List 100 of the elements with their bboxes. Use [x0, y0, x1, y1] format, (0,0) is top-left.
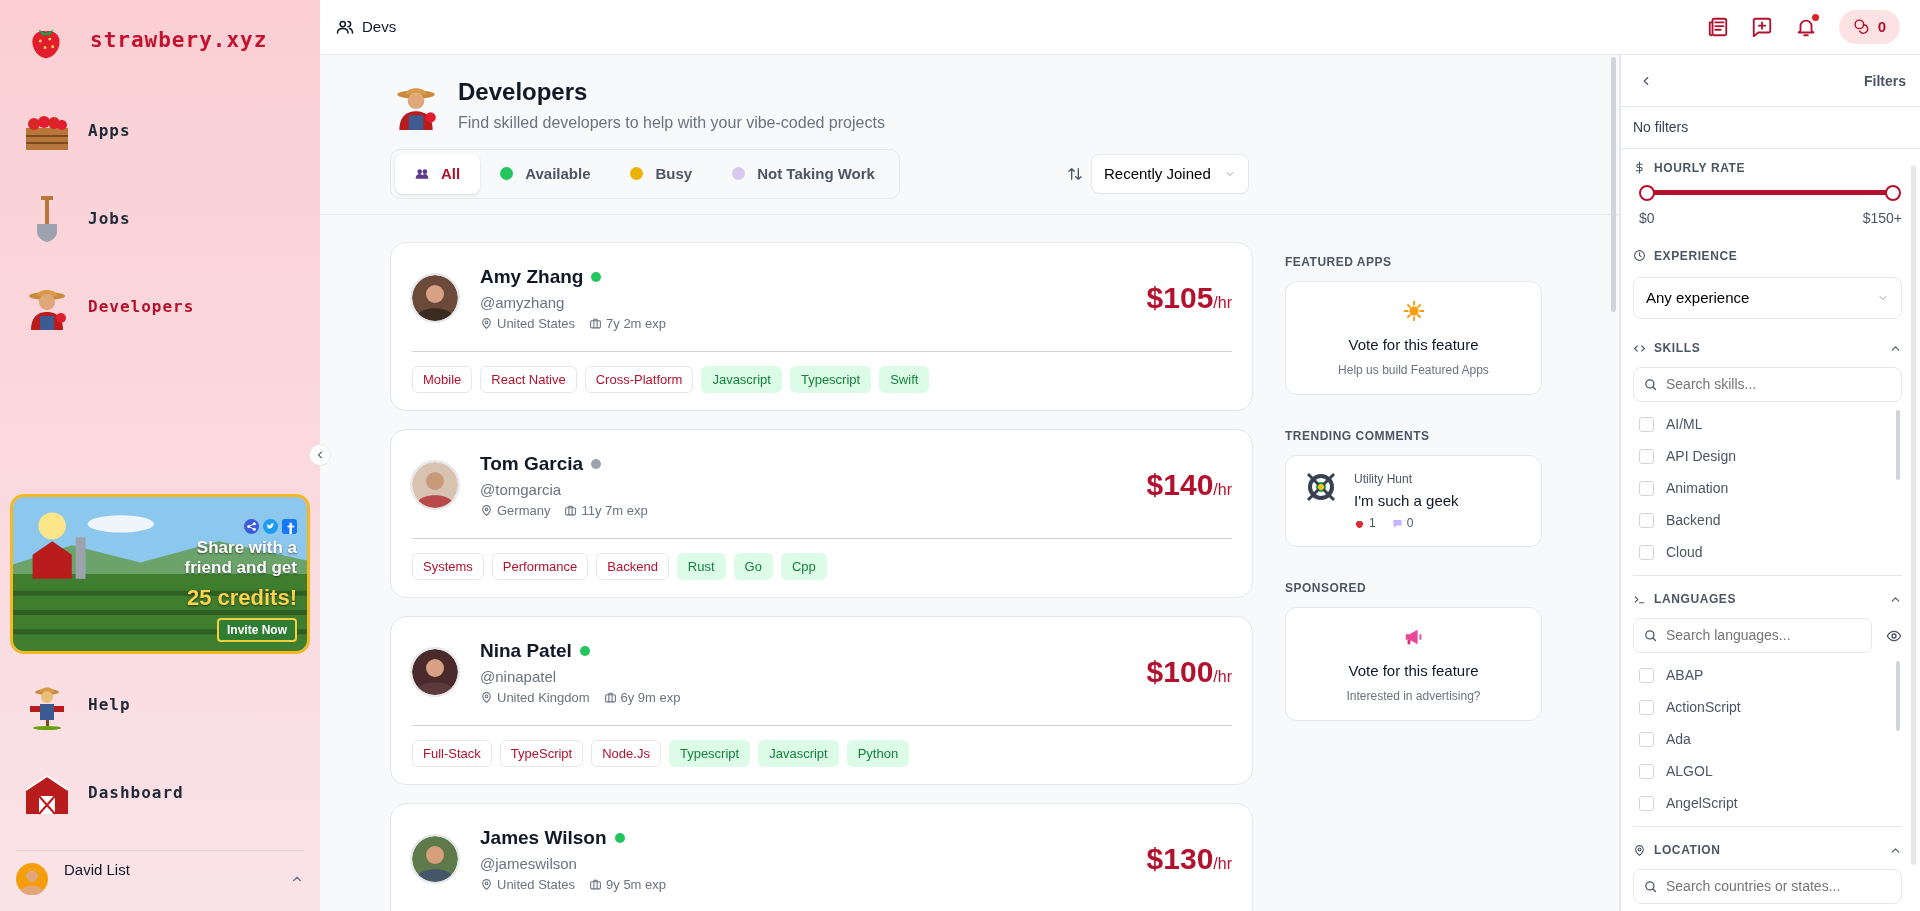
dollar-icon — [1633, 161, 1646, 175]
filter-tab[interactable]: Busy — [610, 153, 713, 195]
slider-thumb[interactable] — [1639, 184, 1655, 201]
sidebar-card[interactable]: Vote for this feature Help us build Featured Apps — [1285, 281, 1542, 395]
skill-tag: Performance — [491, 552, 589, 581]
checkbox-option[interactable]: AngelScript — [1639, 787, 1902, 820]
section-heading: FEATURED APPS — [1285, 254, 1393, 272]
checkbox-option[interactable]: Animation — [1639, 472, 1902, 505]
section-heading: TRENDING COMMENTS — [1285, 427, 1431, 445]
nav-link[interactable]: Dashboard — [88, 781, 184, 805]
checkbox-option[interactable]: ActionScript — [1639, 691, 1902, 724]
skill-tag: Systems — [412, 552, 484, 581]
like-count: 1 — [1369, 515, 1376, 533]
reply-count: 0 — [1406, 515, 1414, 533]
skill-tag: Python — [846, 739, 910, 768]
skill-tag: React Native — [480, 365, 577, 394]
nav-link[interactable]: Apps — [88, 119, 131, 143]
skill-tag: Javascript — [701, 365, 782, 394]
skill-tag: Mobile — [412, 365, 473, 394]
checkbox-option[interactable]: API Design — [1639, 440, 1902, 473]
new-post-button[interactable] — [1750, 15, 1773, 38]
developer-location: Germany — [497, 502, 551, 521]
developer-name[interactable]: James Wilson — [480, 824, 607, 853]
share-icon — [244, 519, 259, 534]
people-icon — [415, 166, 429, 181]
invite-button[interactable]: Invite Now — [217, 618, 297, 643]
card-text: Interested in advertising? — [1346, 687, 1481, 705]
message-plus-icon — [1750, 15, 1773, 38]
scrollbar-thumb[interactable] — [1896, 410, 1900, 481]
checkbox-option[interactable]: Ada — [1639, 723, 1902, 756]
checkbox-option[interactable]: Cloud — [1639, 536, 1902, 569]
developer-experience: 6y 9m exp — [620, 689, 681, 708]
skill-tag: Backend — [596, 552, 669, 581]
briefcase-icon — [589, 317, 603, 331]
card-title: Vote for this feature — [1348, 335, 1479, 356]
page-subtitle: Find skilled developers to help with your vibe-coded projects — [458, 112, 885, 133]
developer-name[interactable]: Nina Patel — [480, 637, 572, 666]
developer-handle: @tomgarcia — [480, 479, 563, 500]
sort-dropdown[interactable]: Recently Joined — [1091, 153, 1249, 195]
range-slider[interactable] — [1639, 184, 1901, 201]
location-pin-icon — [480, 878, 493, 892]
experience-dropdown[interactable]: Any experience — [1633, 276, 1902, 320]
developer-card[interactable]: James Wilson @jameswilson United States 9y 5m exp $130/hr — [390, 803, 1253, 911]
checkbox-option[interactable]: AI/ML — [1639, 408, 1902, 441]
range-max-label: $150+ — [1862, 208, 1902, 228]
coins-icon — [1852, 18, 1870, 36]
skill-tag: Typescript — [789, 365, 872, 394]
site-logo[interactable]: strawbery.xyz — [90, 25, 268, 57]
filter-tab[interactable]: Not Taking Work — [712, 153, 895, 195]
skill-tag: Node.Js — [591, 739, 661, 768]
filter-tab[interactable]: Available — [480, 153, 611, 195]
sidebar-card[interactable]: Utility Hunt I'm such a geek 1 0 — [1285, 454, 1542, 548]
search-field[interactable]: Search skills... — [1633, 367, 1902, 403]
briefcase-icon — [603, 691, 617, 705]
comment-author[interactable]: Utility Hunt — [1354, 469, 1459, 488]
developer-name[interactable]: Amy Zhang — [480, 263, 584, 292]
credits-button[interactable]: 0 — [1838, 9, 1900, 45]
checkbox-option[interactable]: ALGOL — [1639, 755, 1902, 788]
breadcrumb-link[interactable]: Devs — [362, 15, 397, 39]
search-icon — [1643, 628, 1658, 644]
search-field[interactable]: Search languages... — [1633, 618, 1872, 654]
scrollbar-thumb[interactable] — [1611, 56, 1616, 312]
developer-card[interactable]: Tom Garcia @tomgarcia Germany 11y 7m exp $140/hr Systems Performance Backend Rust Go Cpp — [390, 429, 1253, 599]
nav-link[interactable]: Developers — [88, 295, 195, 319]
nav-link[interactable]: Jobs — [88, 207, 131, 231]
user-avatar-icon — [16, 863, 48, 895]
news-button[interactable] — [1706, 15, 1729, 38]
search-icon — [1643, 377, 1658, 393]
nav-link[interactable]: Help — [88, 693, 131, 717]
bird-icon — [263, 519, 278, 534]
hourly-rate: $105/hr — [1146, 280, 1232, 317]
developer-name[interactable]: Tom Garcia — [480, 450, 584, 479]
card-text: Help us build Featured Apps — [1338, 361, 1489, 379]
developer-location: United States — [497, 876, 576, 895]
panel-title: Filters — [1864, 71, 1906, 91]
skill-tag: Javascript — [758, 739, 839, 768]
scrollbar-thumb[interactable] — [1896, 661, 1900, 732]
filter-summary: No filters — [1621, 106, 1920, 149]
location-pin-icon — [480, 317, 493, 331]
sidebar-card[interactable]: Vote for this feature Interested in advertising? — [1285, 607, 1542, 721]
hourly-rate: $100/hr — [1146, 654, 1232, 691]
developer-card[interactable]: Nina Patel @ninapatel United Kingdom 6y 9m exp $100/hr Full-Stack TypeScript Node.Js Typescript Javascript Python — [390, 616, 1253, 786]
section-heading: LOCATION — [1654, 842, 1721, 860]
location-pin-icon — [480, 691, 493, 705]
scrollbar-thumb[interactable] — [1911, 164, 1916, 865]
newspaper-icon — [1706, 15, 1729, 38]
promo-highlight: 25 credits! — [186, 584, 297, 613]
card-title: Vote for this feature — [1348, 661, 1479, 682]
collapse-button[interactable] — [309, 444, 331, 466]
slider-thumb[interactable] — [1885, 184, 1901, 201]
checkbox-option[interactable]: ABAP — [1639, 659, 1902, 692]
checkbox-option[interactable]: Backend — [1639, 504, 1902, 537]
briefcase-icon — [589, 878, 603, 892]
filter-tab[interactable]: All — [395, 153, 481, 195]
developer-location: United Kingdom — [497, 689, 590, 708]
developer-card[interactable]: Amy Zhang @amyzhang United States 7y 2m exp $105/hr Mobile React Native Cross-Platform Javascript Typescript Swift — [390, 242, 1253, 412]
section-heading: SKILLS — [1654, 340, 1701, 358]
social-icon — [282, 519, 297, 534]
developer-handle: @ninapatel — [480, 666, 558, 687]
search-field[interactable]: Search countries or states... — [1633, 869, 1902, 905]
